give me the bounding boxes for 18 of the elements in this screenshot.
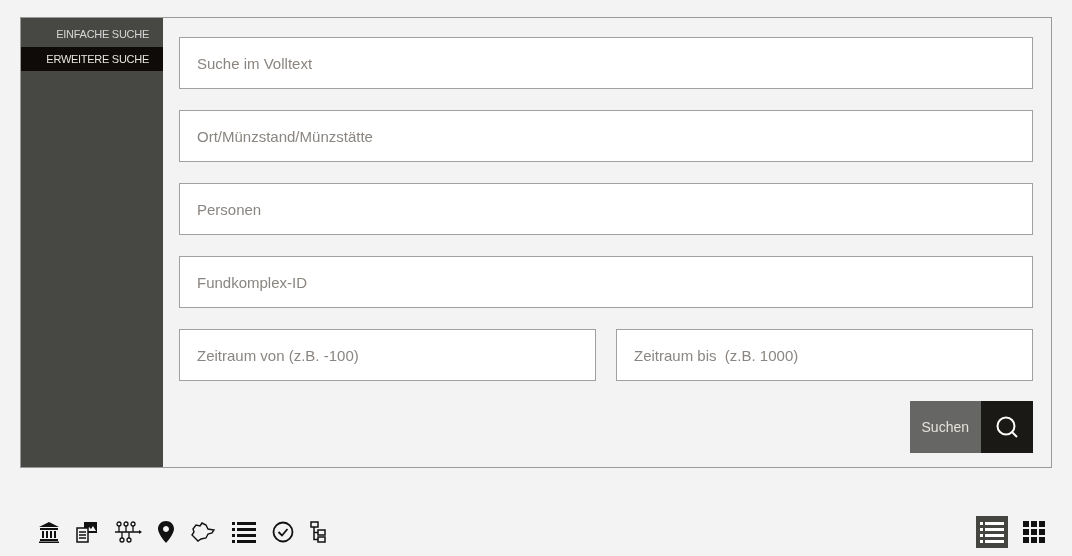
map-outline-icon[interactable] — [190, 521, 216, 543]
museum-icon[interactable] — [38, 521, 60, 543]
tree-icon[interactable] — [310, 521, 326, 543]
range-field[interactable]: Zeitraum bis (z.B. 1000) — [616, 329, 1033, 381]
text-field[interactable]: Fundkomplex-ID — [179, 256, 1033, 308]
documents-icon[interactable] — [76, 521, 98, 543]
list-icon[interactable] — [232, 521, 256, 543]
text-field[interactable]: Suche im Volltext — [179, 37, 1033, 89]
text-field[interactable]: Ort/Münzstand/Münzstätte — [179, 110, 1033, 162]
range-field[interactable]: Zeitraum von (z.B. -100) — [179, 329, 596, 381]
grid-icon — [1023, 521, 1045, 543]
search-icon — [995, 415, 1019, 439]
text-field[interactable]: Personen — [179, 183, 1033, 235]
location-pin-icon[interactable] — [158, 521, 174, 543]
search-tab[interactable]: ERWEITERE SUCHE — [21, 47, 163, 71]
network-icon[interactable] — [114, 521, 142, 543]
check-circle-icon[interactable] — [272, 521, 294, 543]
search-button[interactable]: Suchen — [909, 401, 1033, 453]
